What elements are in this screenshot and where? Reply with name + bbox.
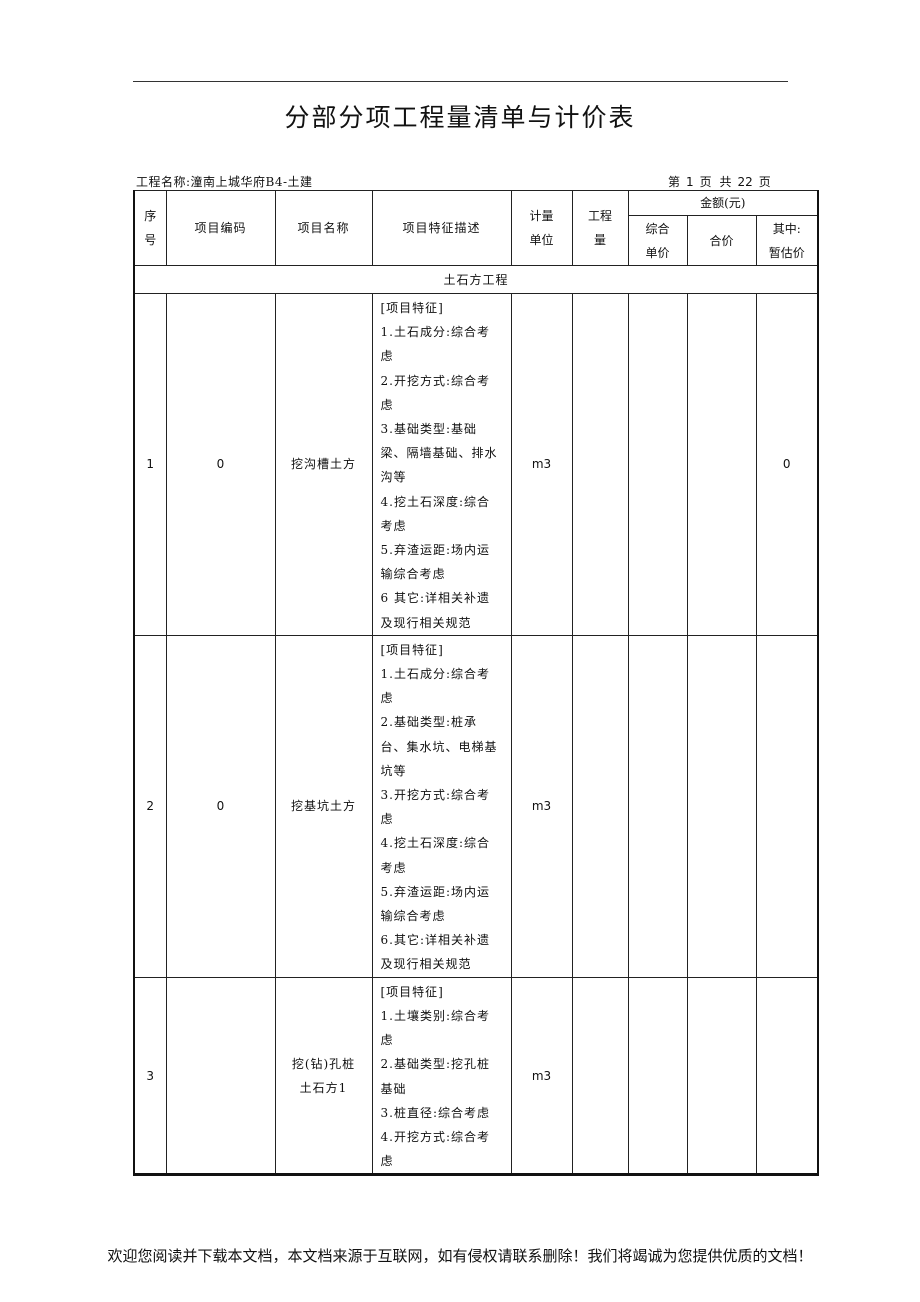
- cell-seq: 2: [133, 634, 167, 978]
- header-code: 项目编码: [165, 190, 276, 266]
- cell-code: 0: [165, 634, 276, 978]
- cell-unit-price: [627, 976, 688, 1176]
- cell-provisional: [755, 976, 819, 1176]
- table-row: 1 0 挖沟槽土方 [项目特征] 1.土石成分:综合考 虑 2.开挖方式:综合考…: [133, 293, 819, 636]
- cell-desc: [项目特征] 1.土壤类别:综合考 虑 2.基础类型:挖孔桩 基础 3.桩直径:…: [371, 976, 512, 1176]
- header-unit-price: 综合 单价: [627, 215, 688, 266]
- cell-total: [686, 634, 757, 978]
- cell-seq: 3: [133, 976, 167, 1176]
- section-title: 土石方工程: [133, 265, 819, 294]
- header-amount-group: 金额(元): [627, 190, 819, 216]
- page-mid: 页 共: [699, 175, 732, 189]
- cell-desc: [项目特征] 1.土石成分:综合考 虑 2.基础类型:桩承 台、集水坑、电梯基 …: [371, 634, 512, 978]
- table-row: 3 挖(钻)孔桩 土石方1 [项目特征] 1.土壤类别:综合考 虑 2.基础类型:…: [133, 976, 819, 1176]
- page-title: 分部分项工程量清单与计价表: [284, 103, 636, 132]
- footer-notice: 欢迎您阅读并下载本文档，本文档来源于互联网，如有侵权请联系删除！我们将竭诚为您提…: [107, 1247, 813, 1265]
- page-prefix: 第: [668, 175, 681, 189]
- top-rule: [133, 81, 788, 82]
- cell-total: [686, 293, 757, 636]
- cell-unit-price: [627, 634, 688, 978]
- cell-name: 挖沟槽土方: [274, 293, 373, 636]
- cell-qty: [571, 634, 629, 978]
- header-total: 合价: [686, 215, 757, 266]
- header-row-1: 序号 项目编码 项目名称 项目特征描述 计量 单位 工程量 金额(元): [133, 190, 819, 266]
- header-seq: 序号: [133, 190, 167, 266]
- bill-of-quantities-table: 序号 项目编码 项目名称 项目特征描述 计量 单位 工程量 金额(元) 综合 单价 …: [133, 190, 819, 1177]
- cell-name: 挖基坑土方: [274, 634, 373, 978]
- cell-unit: m3: [510, 634, 573, 978]
- cell-provisional: 0: [755, 293, 819, 636]
- project-name: 工程名称:潼南上城华府B4-土建: [136, 175, 313, 189]
- header-unit: 计量 单位: [510, 190, 573, 266]
- cell-desc: [项目特征] 1.土石成分:综合考 虑 2.开挖方式:综合考 虑 3.基础类型:…: [371, 293, 512, 636]
- cell-unit: m3: [510, 976, 573, 1176]
- cell-code: 0: [165, 293, 276, 636]
- header-provisional: 其中: 暂估价: [755, 215, 819, 266]
- cell-seq: 1: [133, 293, 167, 636]
- cell-unit-price: [627, 293, 688, 636]
- cell-qty: [571, 976, 629, 1176]
- page-suffix: 页: [758, 175, 771, 189]
- cell-name: 挖(钻)孔桩 土石方1: [274, 976, 373, 1176]
- page-total: 22: [737, 175, 753, 189]
- cell-code: [165, 976, 276, 1176]
- page-current: 1: [686, 175, 694, 189]
- cell-provisional: [755, 634, 819, 978]
- header-qty: 工程量: [571, 190, 629, 266]
- cell-unit: m3: [510, 293, 573, 636]
- table-row: 2 0 挖基坑土方 [项目特征] 1.土石成分:综合考 虑 2.基础类型:桩承 …: [133, 634, 819, 978]
- header-desc: 项目特征描述: [371, 190, 512, 266]
- cell-qty: [571, 293, 629, 636]
- page-indicator: 第1 页 共 22 页: [668, 173, 777, 190]
- header-name: 项目名称: [274, 190, 373, 266]
- cell-total: [686, 976, 757, 1176]
- section-row: 土石方工程: [133, 265, 819, 294]
